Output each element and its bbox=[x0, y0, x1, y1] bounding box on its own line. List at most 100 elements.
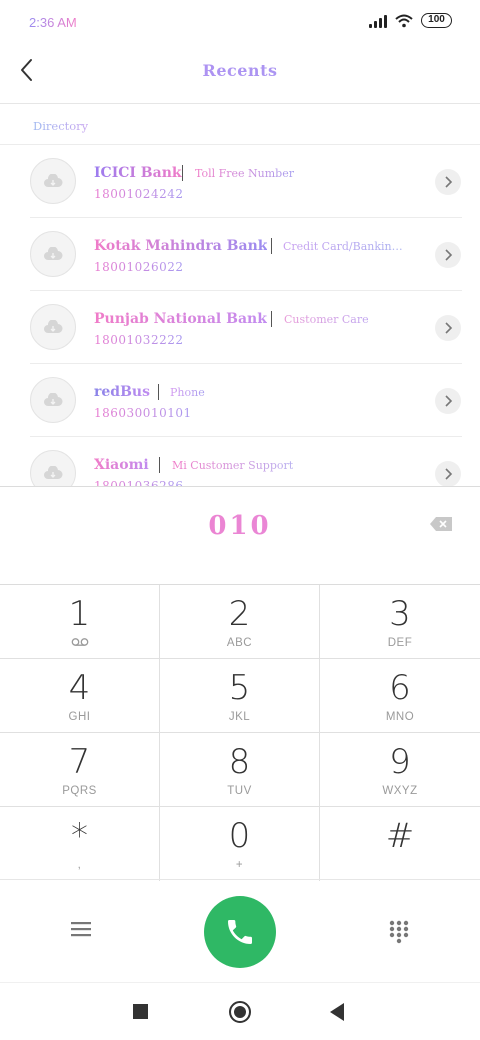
key-letters: , bbox=[77, 859, 82, 871]
key-star[interactable]: * , bbox=[0, 807, 160, 881]
contact-number: 18001024242 bbox=[94, 187, 184, 201]
contact-tag: Credit Card/Bankin… bbox=[283, 240, 403, 253]
recent-apps-icon[interactable] bbox=[133, 1004, 148, 1019]
detail-button[interactable] bbox=[435, 315, 461, 341]
detail-button[interactable] bbox=[435, 169, 461, 195]
contact-number: 18001032222 bbox=[94, 333, 184, 347]
contact-number: 18001026022 bbox=[94, 260, 184, 274]
chevron-right-icon bbox=[445, 176, 453, 188]
keypad: 1 2 ABC 3 DEF 4 GHI 5 JKL 6 MNO 7 PQRS 8… bbox=[0, 584, 480, 881]
key-7[interactable]: 7 PQRS bbox=[0, 733, 160, 807]
key-0[interactable]: 0 + bbox=[160, 807, 320, 881]
key-6[interactable]: 6 MNO bbox=[320, 659, 480, 733]
key-letters: GHI bbox=[68, 711, 91, 723]
contact-tag: Toll Free Number bbox=[195, 167, 294, 180]
key-digit: 1 bbox=[68, 594, 91, 634]
key-5[interactable]: 5 JKL bbox=[160, 659, 320, 733]
status-time: 2:36 AM bbox=[29, 15, 77, 30]
key-digit: 5 bbox=[228, 668, 251, 708]
call-button[interactable] bbox=[204, 896, 276, 968]
key-digit: 8 bbox=[228, 742, 251, 782]
key-1[interactable]: 1 bbox=[0, 585, 160, 659]
key-digit: 6 bbox=[389, 668, 411, 708]
separator bbox=[182, 165, 183, 181]
key-digit: 9 bbox=[389, 742, 411, 782]
key-letters: JKL bbox=[228, 711, 251, 723]
key-letters: MNO bbox=[385, 711, 415, 723]
voicemail-icon bbox=[71, 638, 88, 646]
avatar bbox=[30, 158, 76, 204]
key-hash[interactable]: # bbox=[320, 807, 480, 881]
detail-button[interactable] bbox=[435, 461, 461, 486]
menu-icon[interactable] bbox=[70, 920, 92, 938]
page-title: Recents bbox=[0, 61, 480, 80]
list-item[interactable]: Punjab National Bank Customer Care 18001… bbox=[0, 291, 480, 364]
key-letters: WXYZ bbox=[382, 785, 418, 797]
key-letters: + bbox=[235, 859, 244, 871]
contact-name: redBus bbox=[94, 384, 150, 400]
key-letters: PQRS bbox=[62, 785, 97, 797]
key-9[interactable]: 9 WXYZ bbox=[320, 733, 480, 807]
avatar bbox=[30, 450, 76, 486]
status-icons: 100 bbox=[369, 13, 452, 28]
cloud-icon bbox=[44, 174, 63, 187]
dialed-number[interactable]: 010 bbox=[0, 511, 480, 541]
key-digit: # bbox=[385, 816, 415, 856]
key-3[interactable]: 3 DEF bbox=[320, 585, 480, 659]
chevron-right-icon bbox=[445, 468, 453, 480]
contact-tag: Customer Care bbox=[284, 313, 369, 326]
separator bbox=[271, 311, 272, 327]
key-letters: DEF bbox=[387, 637, 413, 649]
contact-name: Xiaomi bbox=[94, 457, 149, 473]
contact-tag: Phone bbox=[170, 386, 205, 399]
battery-icon: 100 bbox=[421, 13, 452, 28]
chevron-right-icon bbox=[445, 395, 453, 407]
key-digit: 3 bbox=[389, 594, 411, 634]
key-letters: TUV bbox=[227, 785, 252, 797]
title-bar: Recents bbox=[0, 44, 480, 104]
avatar bbox=[30, 231, 76, 277]
contact-name: ICICI Bank bbox=[94, 165, 182, 181]
key-digit: 0 bbox=[228, 816, 251, 856]
contact-number: 18001036286 bbox=[94, 479, 183, 486]
system-nav-bar bbox=[0, 982, 480, 1040]
key-2[interactable]: 2 ABC bbox=[160, 585, 320, 659]
contact-list[interactable]: ICICI Bank Toll Free Number 18001024242 … bbox=[0, 145, 480, 486]
separator bbox=[271, 238, 272, 254]
bottom-actions bbox=[0, 879, 480, 982]
dial-area: 010 bbox=[0, 486, 480, 584]
backspace-icon[interactable] bbox=[429, 516, 453, 532]
key-8[interactable]: 8 TUV bbox=[160, 733, 320, 807]
detail-button[interactable] bbox=[435, 242, 461, 268]
status-bar: 2:36 AM 100 bbox=[0, 0, 480, 44]
separator bbox=[158, 384, 159, 400]
key-digit: 7 bbox=[68, 742, 91, 782]
key-letters: ABC bbox=[226, 637, 253, 649]
contact-number: 186030010101 bbox=[94, 406, 192, 420]
signal-icon bbox=[369, 14, 387, 28]
key-digit: * bbox=[71, 816, 88, 856]
list-item[interactable]: redBus Phone 186030010101 bbox=[0, 364, 480, 437]
list-item[interactable]: Kotak Mahindra Bank Credit Card/Bankin… … bbox=[0, 218, 480, 291]
wifi-icon bbox=[395, 14, 413, 27]
list-item[interactable]: ICICI Bank Toll Free Number 18001024242 bbox=[0, 145, 480, 218]
dialpad-icon[interactable] bbox=[389, 920, 409, 944]
list-item[interactable]: Xiaomi Mi Customer Support 18001036286 bbox=[0, 437, 480, 486]
cloud-icon bbox=[44, 466, 63, 479]
chevron-right-icon bbox=[445, 249, 453, 261]
section-label-directory: Directory bbox=[33, 119, 89, 133]
phone-icon bbox=[228, 920, 252, 944]
contact-tag: Mi Customer Support bbox=[172, 459, 294, 472]
cloud-icon bbox=[44, 320, 63, 333]
avatar bbox=[30, 377, 76, 423]
contact-name: Punjab National Bank bbox=[94, 311, 267, 327]
avatar bbox=[30, 304, 76, 350]
key-digit: 4 bbox=[68, 668, 91, 708]
home-icon[interactable] bbox=[229, 1001, 251, 1023]
detail-button[interactable] bbox=[435, 388, 461, 414]
cloud-icon bbox=[44, 247, 63, 260]
separator bbox=[159, 457, 160, 473]
key-4[interactable]: 4 GHI bbox=[0, 659, 160, 733]
nav-back-icon[interactable] bbox=[330, 1003, 344, 1021]
chevron-right-icon bbox=[445, 322, 453, 334]
